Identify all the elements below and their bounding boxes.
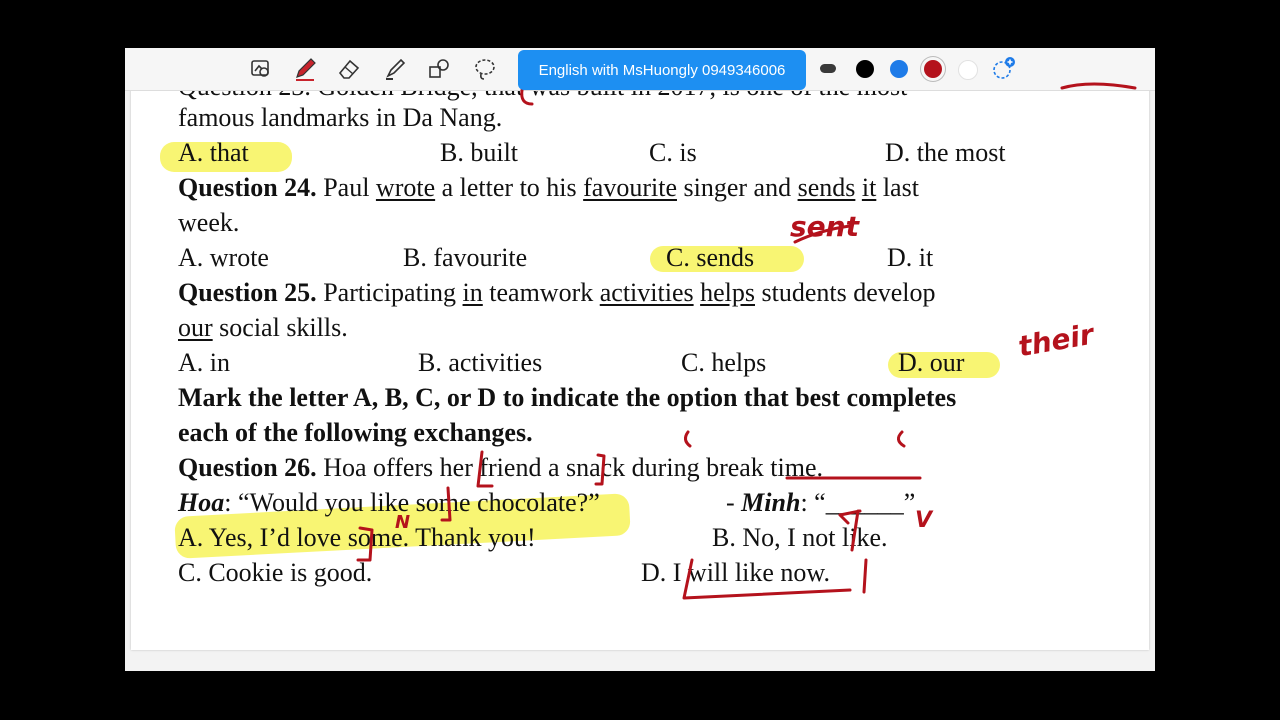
ink-mark-v: V xyxy=(915,508,933,533)
q23-option-d: D. the most xyxy=(885,138,1006,167)
q24-option-a: A. wrote xyxy=(178,243,269,272)
q25-option-c: C. helps xyxy=(681,348,767,377)
q24-part: singer and xyxy=(676,173,798,202)
color-swatch-white[interactable] xyxy=(958,60,978,80)
q24-part: Paul xyxy=(323,173,376,202)
q25-part: Participating xyxy=(323,278,463,307)
minh-utterance: : “______” xyxy=(800,488,916,517)
q25-option-a: A. in xyxy=(178,348,230,377)
color-swatch-red-selected[interactable] xyxy=(924,60,942,78)
q24-underlined-b: favourite xyxy=(583,173,677,202)
q24-option-b: B. favourite xyxy=(403,243,528,272)
shapes-icon[interactable] xyxy=(424,54,454,84)
color-swatch-black[interactable] xyxy=(856,60,874,78)
ink-mark-n: N xyxy=(395,512,411,533)
q24-underlined-c: sends xyxy=(797,173,856,202)
q25-option-d: D. our xyxy=(898,348,965,377)
q24-number: Question 24. xyxy=(178,173,317,202)
q24-continuation: week. xyxy=(178,208,240,237)
lasso-icon[interactable] xyxy=(470,54,500,84)
q24-part: last xyxy=(876,173,919,202)
q26-option-b: B. No, I not like. xyxy=(712,523,888,552)
channel-watermark: English with MsHuongly 0949346006 xyxy=(518,50,806,90)
q26-number: Question 26. xyxy=(178,453,317,482)
eraser-icon[interactable] xyxy=(334,54,364,84)
speaker-hoa: Hoa xyxy=(178,488,225,517)
speaker-minh: Minh xyxy=(741,488,801,517)
q23-continuation: famous landmarks in Da Nang. xyxy=(178,103,503,132)
q25-part: students develop xyxy=(755,278,936,307)
q23-option-a: A. that xyxy=(178,138,249,167)
q23-option-c: C. is xyxy=(649,138,697,167)
q26-hoa-line: Hoa: “Would you like some chocolate?” xyxy=(178,488,600,518)
q25-part: teamwork xyxy=(482,278,600,307)
q25-stem: Question 25. Participating in teamwork a… xyxy=(178,278,936,308)
color-swatch-blue[interactable] xyxy=(890,60,908,78)
q24-underlined-a: wrote xyxy=(375,173,436,202)
q25-underlined-b: activities xyxy=(599,278,694,307)
q26-option-c: C. Cookie is good. xyxy=(178,558,373,587)
q25-option-b: B. activities xyxy=(418,348,543,377)
q24-underlined-d: it xyxy=(861,173,877,202)
ink-correction-sent: sent xyxy=(790,210,859,243)
q24-option-d: D. it xyxy=(887,243,934,272)
highlighter-icon[interactable] xyxy=(380,54,410,84)
q25-underlined-a: in xyxy=(462,278,483,307)
q24-option-c: C. sends xyxy=(666,243,755,272)
q25-underlined-d: our xyxy=(178,313,213,342)
pen-icon[interactable] xyxy=(290,54,320,84)
instruction-line-1: Mark the letter A, B, C, or D to indicat… xyxy=(178,383,957,412)
q25-continuation: our social skills. xyxy=(178,313,348,343)
q25-part: social skills. xyxy=(212,313,348,342)
q24-stem: Question 24. Paul wrote a letter to his … xyxy=(178,173,919,203)
q25-number: Question 25. xyxy=(178,278,317,307)
hoa-utterance: : “Would you like some chocolate?” xyxy=(224,488,600,517)
color-swatch-gray[interactable] xyxy=(820,64,836,73)
lasso-image-icon[interactable] xyxy=(246,54,276,84)
q26-stem: Question 26. Hoa offers her friend a sna… xyxy=(178,453,823,483)
instruction-line-2: each of the following exchanges. xyxy=(178,418,533,447)
q25-underlined-c: helps xyxy=(700,278,755,307)
q26-minh-line: - Minh: “______” xyxy=(726,488,915,518)
q24-part: a letter to his xyxy=(435,173,584,202)
q26-text: Hoa offers her friend a snack during bre… xyxy=(323,453,824,482)
q26-option-a: A. Yes, I’d love some. Thank you! xyxy=(178,523,536,552)
minh-dash: - xyxy=(726,488,742,517)
q26-option-d: D. I will like now. xyxy=(641,558,830,587)
q23-option-b: B. built xyxy=(440,138,519,167)
add-color-icon[interactable] xyxy=(988,54,1018,84)
